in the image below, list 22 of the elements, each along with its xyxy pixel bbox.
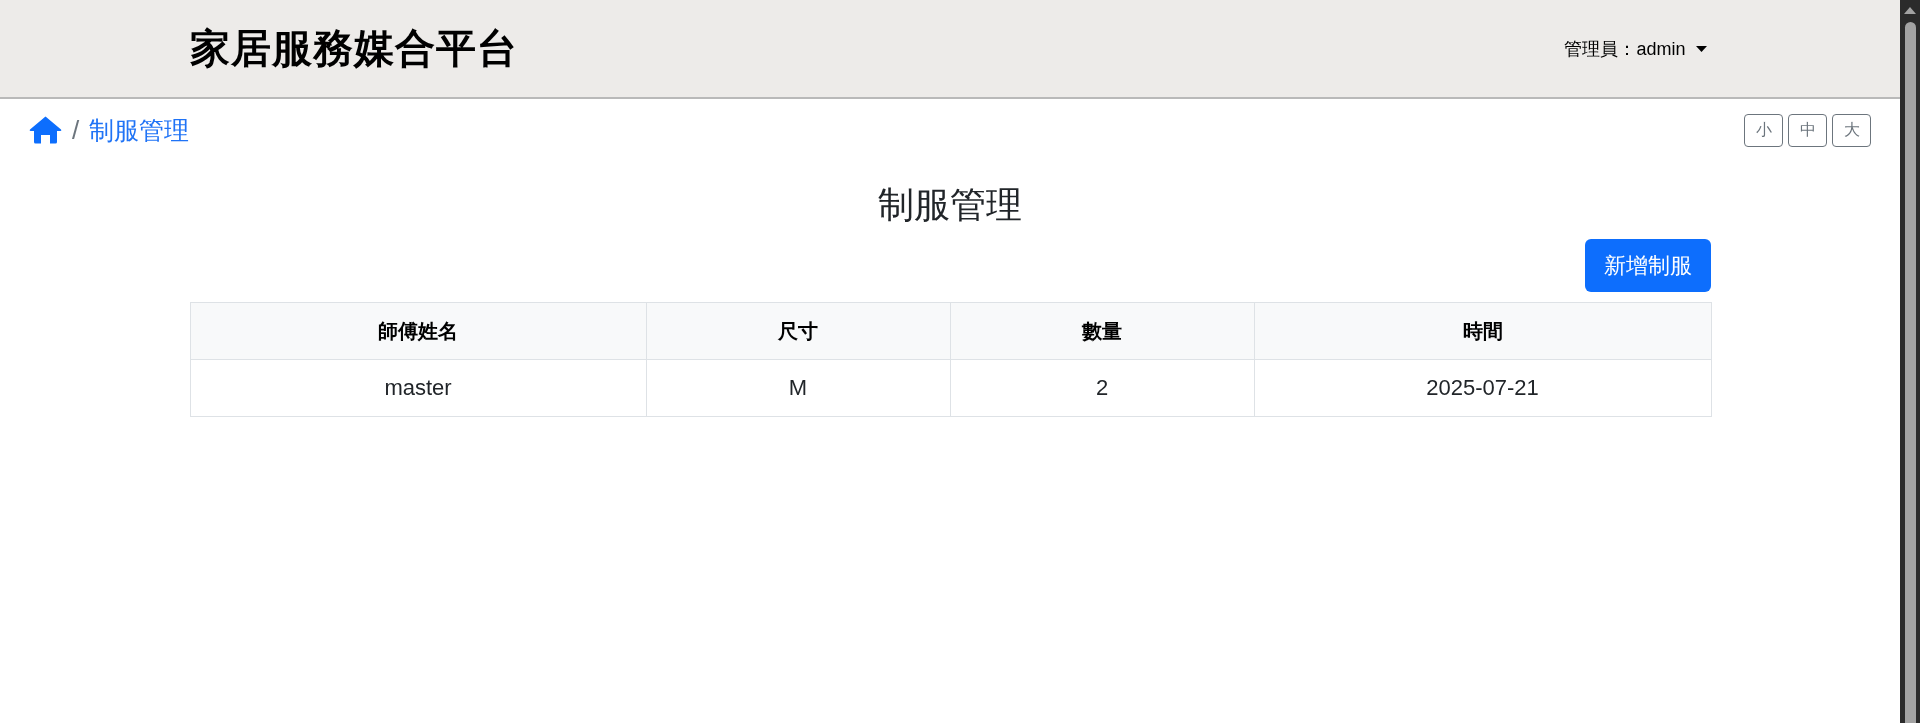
breadcrumb-separator: / [72, 114, 80, 146]
table-cell: master [190, 359, 646, 417]
column-header: 時間 [1254, 302, 1711, 360]
table-cell: M [646, 359, 950, 417]
scrollbar[interactable] [1900, 0, 1920, 723]
page-title: 制服管理 [878, 183, 1022, 227]
font-size-button[interactable]: 中 [1788, 113, 1827, 147]
add-button[interactable]: 新增制服 [1584, 239, 1711, 292]
column-header: 數量 [950, 302, 1254, 360]
scroll-up-arrow-icon[interactable] [1904, 7, 1916, 14]
table-cell: 2 [950, 359, 1254, 417]
home-icon[interactable] [29, 116, 62, 144]
font-size-button[interactable]: 小 [1744, 113, 1783, 147]
user-menu[interactable]: 管理員：admin [1564, 36, 1707, 61]
column-header: 師傅姓名 [190, 302, 646, 360]
column-header: 尺寸 [646, 302, 950, 360]
caret-icon [1695, 45, 1707, 52]
site-title: 家居服務媒合平台 [189, 25, 518, 72]
font-size-button[interactable]: 大 [1832, 113, 1871, 147]
scrollbar-thumb[interactable] [1904, 22, 1916, 723]
table-cell: 2025-07-21 [1254, 359, 1711, 417]
breadcrumb-link[interactable]: 制服管理 [89, 113, 190, 147]
